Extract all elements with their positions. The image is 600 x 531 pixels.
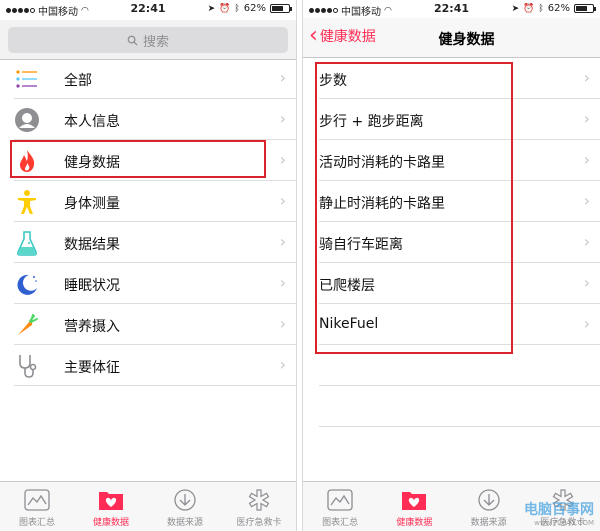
chevron-right-icon: › — [279, 191, 286, 210]
highlight-box — [10, 140, 266, 178]
tab-health-data[interactable]: 健康数据 — [74, 482, 148, 531]
chevron-right-icon: › — [279, 109, 286, 128]
chevron-right-icon: › — [583, 109, 590, 128]
category-label: 主要体征 — [64, 360, 120, 376]
download-icon — [171, 487, 199, 513]
battery-percent: 62% — [547, 3, 570, 14]
category-label: 全部 — [64, 73, 92, 89]
tab-bar: 图表汇总 健康数据 数据来源 医疗急救卡 — [0, 481, 296, 531]
watermark: 电脑百事网 www.PC841.COM — [524, 499, 594, 527]
status-bar: 中国移动 ◠ 22:41 ➤ ⏰ ᛒ 62% — [0, 0, 296, 18]
stethoscope-icon — [13, 352, 41, 380]
search-placeholder: 搜索 — [142, 34, 169, 50]
battery-icon — [574, 4, 596, 13]
chevron-right-icon: › — [583, 191, 590, 210]
tab-dashboard[interactable]: 图表汇总 — [0, 482, 74, 531]
moon-icon — [13, 270, 41, 298]
chevron-right-icon: › — [279, 232, 286, 251]
battery-icon — [270, 4, 292, 13]
watermark-main: 电脑百事网 — [524, 502, 594, 518]
chevron-right-icon: › — [279, 68, 286, 87]
body-icon — [13, 188, 41, 216]
chevron-right-icon: › — [279, 150, 286, 169]
carrot-icon — [13, 311, 41, 339]
chevron-right-icon: › — [583, 314, 590, 333]
category-label: 身体测量 — [64, 196, 120, 212]
left-screen: 中国移动 ◠ 22:41 ➤ ⏰ ᛒ 62% 搜索 全部 › 本人信息 › 健身… — [0, 0, 297, 531]
status-bar: 中国移动 ◠ 22:41 ➤ ⏰ ᛒ 62% — [303, 0, 600, 18]
location-icon: ➤ — [511, 3, 520, 14]
category-item-vitals[interactable]: 主要体征 › — [0, 345, 296, 386]
search-input[interactable]: 搜索 — [8, 27, 288, 53]
right-screen: 中国移动 ◠ 22:41 ➤ ⏰ ᛒ 62% ‹ 健康数据 健身数据 步数 › … — [302, 0, 600, 531]
health-folder-icon — [97, 487, 125, 513]
chevron-right-icon: › — [279, 273, 286, 292]
bluetooth-icon: ᛒ — [234, 3, 240, 14]
category-item-body-measurements[interactable]: 身体测量 › — [0, 181, 296, 222]
chart-icon — [326, 487, 354, 513]
category-item-sleep[interactable]: 睡眠状况 › — [0, 263, 296, 304]
medical-star-icon — [245, 487, 273, 513]
bluetooth-icon: ᛒ — [538, 3, 544, 14]
download-icon — [475, 487, 503, 513]
chevron-right-icon: › — [583, 232, 590, 251]
tab-sources[interactable]: 数据来源 — [452, 482, 526, 531]
watermark-url: www.PC841.COM — [534, 519, 594, 527]
tab-health-data[interactable]: 健康数据 — [377, 482, 451, 531]
category-item-personal-info[interactable]: 本人信息 › — [0, 99, 296, 140]
tab-medical-id[interactable]: 医疗急救卡 — [222, 482, 296, 531]
category-label: 营养摄入 — [64, 319, 120, 335]
category-list: 全部 › 本人信息 › 健身数据 › 身体测量 › 数据结果 › 睡眠状况 › … — [0, 58, 296, 386]
category-label: 数据结果 — [64, 237, 120, 253]
flask-icon — [13, 229, 41, 257]
list-icon — [13, 65, 41, 93]
alarm-icon: ⏰ — [523, 3, 535, 14]
tab-sources[interactable]: 数据来源 — [148, 482, 222, 531]
battery-percent: 62% — [243, 3, 266, 14]
tab-dashboard[interactable]: 图表汇总 — [303, 482, 377, 531]
category-item-nutrition[interactable]: 营养摄入 › — [0, 304, 296, 345]
empty-row — [303, 386, 600, 427]
alarm-icon: ⏰ — [219, 3, 231, 14]
category-item-results[interactable]: 数据结果 › — [0, 222, 296, 263]
highlight-box — [315, 62, 513, 354]
person-icon — [13, 106, 41, 134]
page-title: 健身数据 — [438, 32, 495, 48]
category-label: 本人信息 — [64, 114, 120, 130]
health-folder-icon — [400, 487, 428, 513]
category-label: 睡眠状况 — [64, 278, 120, 294]
search-bar: 搜索 — [0, 20, 296, 60]
chevron-right-icon: › — [583, 150, 590, 169]
chevron-right-icon: › — [583, 273, 590, 292]
chart-icon — [23, 487, 51, 513]
chevron-right-icon: › — [583, 68, 590, 87]
location-icon: ➤ — [207, 3, 216, 14]
search-icon — [127, 35, 138, 46]
navigation-bar: ‹ 健康数据 健身数据 — [303, 18, 600, 58]
category-item-all[interactable]: 全部 › — [0, 58, 296, 99]
chevron-right-icon: › — [279, 314, 286, 333]
chevron-right-icon: › — [279, 355, 286, 374]
